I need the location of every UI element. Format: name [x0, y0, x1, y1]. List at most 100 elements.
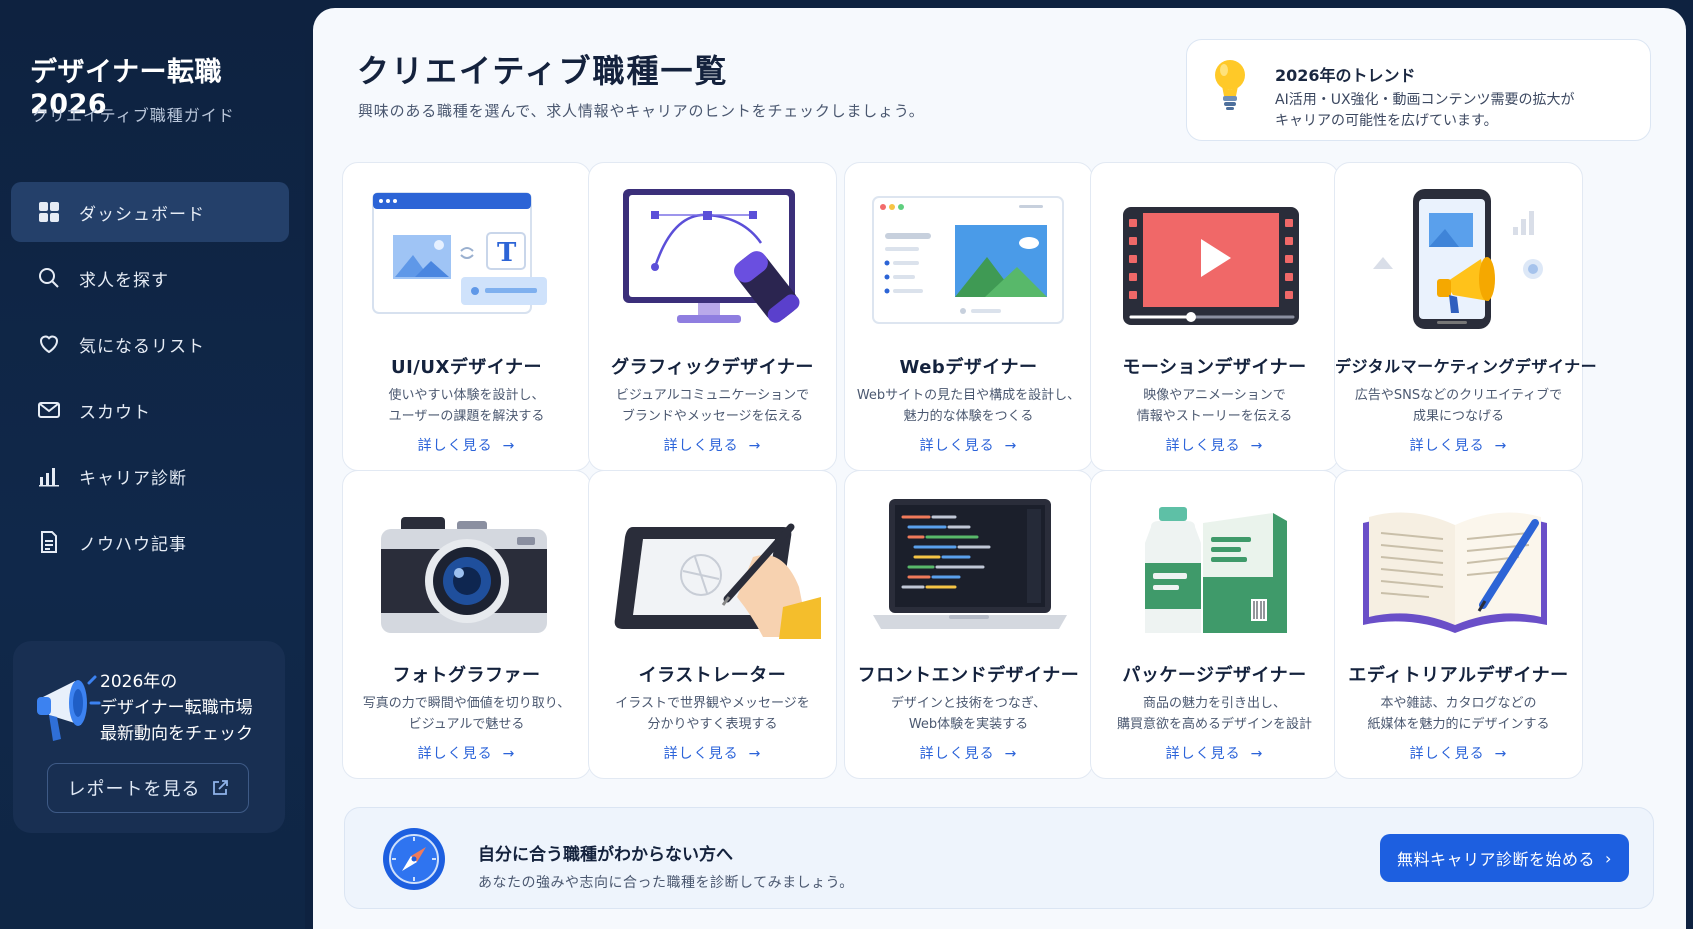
arrow-right-icon: →: [1250, 746, 1264, 762]
view-report-button[interactable]: レポートを見る: [47, 763, 249, 813]
details-link[interactable]: 詳しく見る →: [845, 743, 1092, 763]
trend-line: キャリアの可能性を広げています。: [1275, 113, 1498, 129]
desc-line: ユーザーの課題を解決する: [388, 409, 545, 424]
job-card-web[interactable]: Webデザイナー Webサイトの見た目や構成を設計し、 魅力的な体験をつくる 詳…: [844, 162, 1093, 471]
arrow-right-icon: →: [748, 438, 762, 454]
job-card-uiux[interactable]: T UI/UXデザイナー 使いやすい体験を設計し、 ユーザーの課題を解決する 詳…: [342, 162, 591, 471]
details-link[interactable]: 詳しく見る →: [343, 743, 590, 763]
sidebar-item-scout[interactable]: スカウト: [11, 380, 289, 440]
sidebar-item-articles[interactable]: ノウハウ記事: [11, 512, 289, 572]
sidebar-item-career-diagnosis[interactable]: キャリア診断: [11, 446, 289, 506]
svg-text:T: T: [497, 238, 517, 268]
desc-line: Webサイトの見た目や構成を設計し、: [856, 388, 1081, 403]
desc-line: デザインと技術をつなぎ、: [890, 696, 1047, 711]
details-link[interactable]: 詳しく見る →: [1091, 435, 1338, 455]
lightbulb-icon: [1215, 60, 1245, 110]
sidebar-item-favorites[interactable]: 気になるリスト: [11, 314, 289, 374]
desc-line: 使いやすい体験を設計し、: [388, 388, 545, 403]
desc-line: ビジュアルで魅せる: [408, 717, 525, 732]
drawing-tablet-icon: [614, 523, 821, 639]
details-link-label: 詳しく見る: [919, 746, 995, 762]
details-link-label: 詳しく見る: [417, 746, 493, 762]
external-link-icon: [212, 780, 228, 795]
job-card-title: パッケージデザイナー: [1122, 665, 1307, 686]
sidebar-nav: ダッシュボード 求人を探す 気になるリスト スカウト キャリア診断 ノウハウ記事: [11, 182, 289, 578]
job-card-description: 映像やアニメーションで 情報やストーリーを伝える: [1097, 385, 1332, 427]
sidebar-item-dashboard[interactable]: ダッシュボード: [11, 182, 289, 242]
banner-title: 自分に合う職種がわからない方へ: [478, 845, 733, 865]
trend-title: 2026年のトレンド: [1275, 66, 1416, 85]
job-card-description: 写真の力で瞬間や価値を切り取り、 ビジュアルで魅せる: [349, 693, 584, 735]
desc-line: 購買意欲を高めるデザインを設計: [1116, 717, 1312, 732]
job-card-description: 使いやすい体験を設計し、 ユーザーの課題を解決する: [349, 385, 584, 427]
promo-line: 最新動向をチェック: [100, 724, 253, 744]
arrow-right-icon: →: [748, 746, 762, 762]
desc-line: 本や雑誌、カタログなどの: [1380, 696, 1537, 711]
details-link[interactable]: 詳しく見る →: [845, 435, 1092, 455]
desc-line: Web体験を実装する: [908, 717, 1029, 732]
sidebar-item-job-search[interactable]: 求人を探す: [11, 248, 289, 308]
job-card-illustrator[interactable]: イラストレーター イラストで世界観やメッセージを 分かりやすく表現する 詳しく見…: [588, 470, 837, 779]
camera-icon: [381, 517, 547, 633]
desc-line: 広告やSNSなどのクリエイティブで: [1354, 388, 1563, 403]
heart-icon: [39, 335, 59, 354]
job-card-description: イラストで世界観やメッセージを 分かりやすく表現する: [595, 693, 830, 735]
sidebar-item-label: ノウハウ記事: [79, 534, 187, 555]
desc-line: 魅力的な体験をつくる: [903, 409, 1034, 424]
job-card-motion[interactable]: モーションデザイナー 映像やアニメーションで 情報やストーリーを伝える 詳しく見…: [1090, 162, 1339, 471]
package-box-icon: [1145, 507, 1287, 633]
browser-window-icon: [872, 196, 1064, 324]
mail-icon: [38, 402, 60, 418]
code-laptop-icon: [873, 499, 1067, 629]
sidebar-item-label: スカウト: [79, 402, 151, 423]
job-card-description: ビジュアルコミュニケーションで ブランドやメッセージを伝える: [595, 385, 830, 427]
job-card-photographer[interactable]: フォトグラファー 写真の力で瞬間や価値を切り取り、 ビジュアルで魅せる 詳しく見…: [342, 470, 591, 779]
details-link-label: 詳しく見る: [1409, 746, 1485, 762]
job-card-package[interactable]: パッケージデザイナー 商品の魅力を引き出し、 購買意欲を高めるデザインを設計 詳…: [1090, 470, 1339, 779]
desc-line: ブランドやメッセージを伝える: [621, 409, 804, 424]
job-card-frontend[interactable]: フロントエンドデザイナー デザインと技術をつなぎ、 Web体験を実装する 詳しく…: [844, 470, 1093, 779]
job-card-editorial[interactable]: エディトリアルデザイナー 本や雑誌、カタログなどの 紙媒体を魅力的にデザインする…: [1334, 470, 1583, 779]
details-link[interactable]: 詳しく見る →: [343, 435, 590, 455]
desc-line: 商品の魅力を引き出し、: [1142, 696, 1286, 711]
career-diagnosis-banner: 自分に合う職種がわからない方へ あなたの強みや志向に合った職種を診断してみましょ…: [344, 807, 1654, 909]
desc-line: 紙媒体を魅力的にデザインする: [1367, 717, 1550, 732]
arrow-right-icon: →: [502, 746, 516, 762]
job-card-title: グラフィックデザイナー: [611, 357, 814, 378]
page-title: クリエイティブ職種一覧: [357, 52, 729, 90]
start-diagnosis-button[interactable]: 無料キャリア診断を始める ›: [1380, 834, 1629, 882]
chevron-right-icon: ›: [1605, 848, 1612, 868]
arrow-right-icon: →: [1004, 746, 1018, 762]
details-link[interactable]: 詳しく見る →: [589, 743, 836, 763]
desc-line: ビジュアルコミュニケーションで: [615, 388, 810, 403]
job-card-description: Webサイトの見た目や構成を設計し、 魅力的な体験をつくる: [851, 385, 1086, 427]
job-card-title: モーションデザイナー: [1122, 357, 1307, 378]
open-book-icon: [1363, 512, 1547, 633]
trend-line: AI活用・UX強化・動画コンテンツ需要の拡大が: [1275, 92, 1575, 108]
details-link-label: 詳しく見る: [417, 438, 493, 454]
desc-line: 分かりやすく表現する: [647, 717, 778, 732]
job-card-title: フロントエンドデザイナー: [857, 665, 1080, 686]
ui-wireframe-icon: T: [372, 192, 547, 314]
details-link-label: 詳しく見る: [1409, 438, 1485, 454]
main-content: クリエイティブ職種一覧 興味のある職種を選んで、求人情報やキャリアのヒントをチェ…: [313, 8, 1686, 929]
job-card-title: デジタルマーケティングデザイナー: [1335, 357, 1598, 376]
start-diagnosis-label: 無料キャリア診断を始める: [1397, 850, 1596, 869]
details-link[interactable]: 詳しく見る →: [1335, 743, 1582, 763]
job-card-digital-marketing[interactable]: デジタルマーケティングデザイナー 広告やSNSなどのクリエイティブで 成果につな…: [1334, 162, 1598, 471]
desc-line: 映像やアニメーションで: [1143, 388, 1286, 403]
video-player-icon: [1123, 207, 1299, 325]
market-report-promo: 2026年の デザイナー転職市場 最新動向をチェック レポートを見る: [13, 641, 285, 833]
bezier-monitor-icon: [623, 189, 800, 323]
details-link[interactable]: 詳しく見る →: [589, 435, 836, 455]
job-card-graphic[interactable]: グラフィックデザイナー ビジュアルコミュニケーションで ブランドやメッセージを伝…: [588, 162, 837, 471]
job-card-title: エディトリアルデザイナー: [1348, 665, 1569, 686]
details-link[interactable]: 詳しく見る →: [1091, 743, 1338, 763]
promo-line: 2026年の: [100, 672, 178, 692]
desc-line: イラストで世界観やメッセージを: [615, 696, 810, 711]
grid-icon: [39, 202, 59, 222]
details-link[interactable]: 詳しく見る →: [1335, 435, 1582, 455]
details-link-label: 詳しく見る: [919, 438, 995, 454]
compass-icon: [383, 828, 445, 890]
sidebar-item-label: 気になるリスト: [79, 336, 205, 357]
